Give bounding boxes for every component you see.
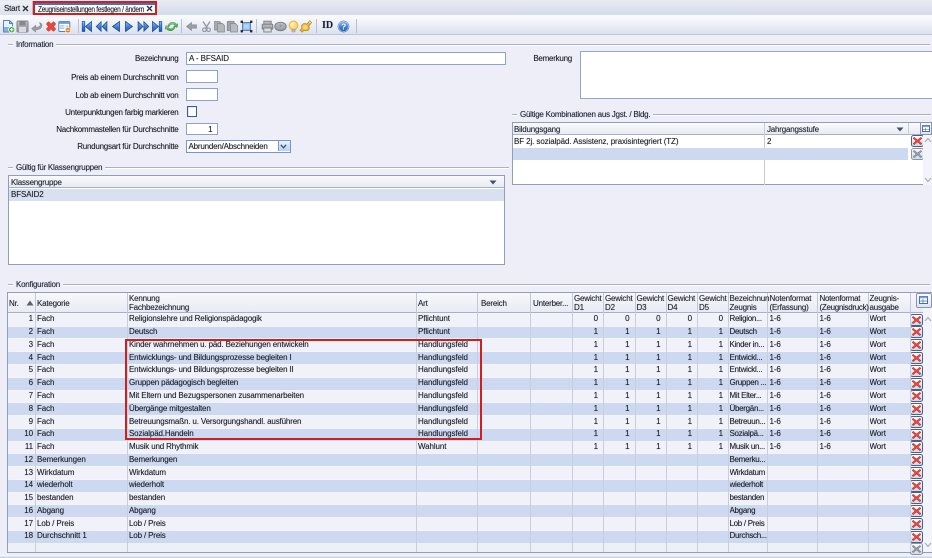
svg-text:?: ? [341, 21, 346, 31]
